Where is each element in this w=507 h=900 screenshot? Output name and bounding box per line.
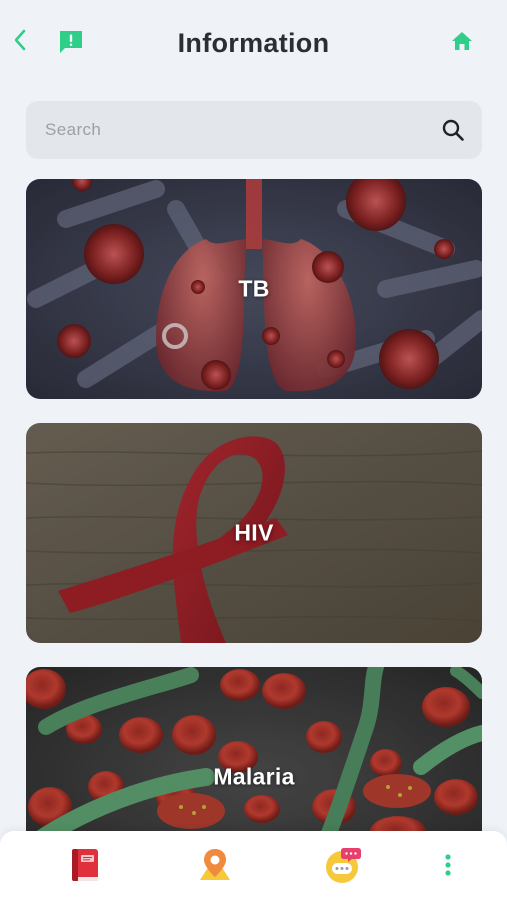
card-hiv[interactable]: HIV xyxy=(26,423,482,643)
search-icon xyxy=(442,119,464,141)
card-label-tb: TB xyxy=(238,275,270,302)
search-bar xyxy=(26,101,482,159)
nav-item-map[interactable] xyxy=(195,845,235,885)
nav-item-more[interactable] xyxy=(428,845,468,885)
card-label-malaria: Malaria xyxy=(213,763,295,790)
app-header: Information xyxy=(0,0,507,90)
home-icon xyxy=(452,32,472,50)
nav-item-book[interactable] xyxy=(65,845,105,885)
bottom-nav xyxy=(0,831,507,900)
more-vertical-icon xyxy=(445,854,451,876)
home-button[interactable] xyxy=(448,28,476,54)
map-pin-icon xyxy=(200,849,230,880)
card-label-hiv: HIV xyxy=(234,519,274,546)
search-input[interactable] xyxy=(26,101,424,159)
book-icon xyxy=(72,849,98,881)
card-tb[interactable]: TB xyxy=(26,179,482,399)
nav-item-chat[interactable] xyxy=(324,845,364,885)
page-title: Information xyxy=(177,28,330,58)
chat-bubble-icon xyxy=(326,848,361,883)
search-button[interactable] xyxy=(424,101,482,159)
